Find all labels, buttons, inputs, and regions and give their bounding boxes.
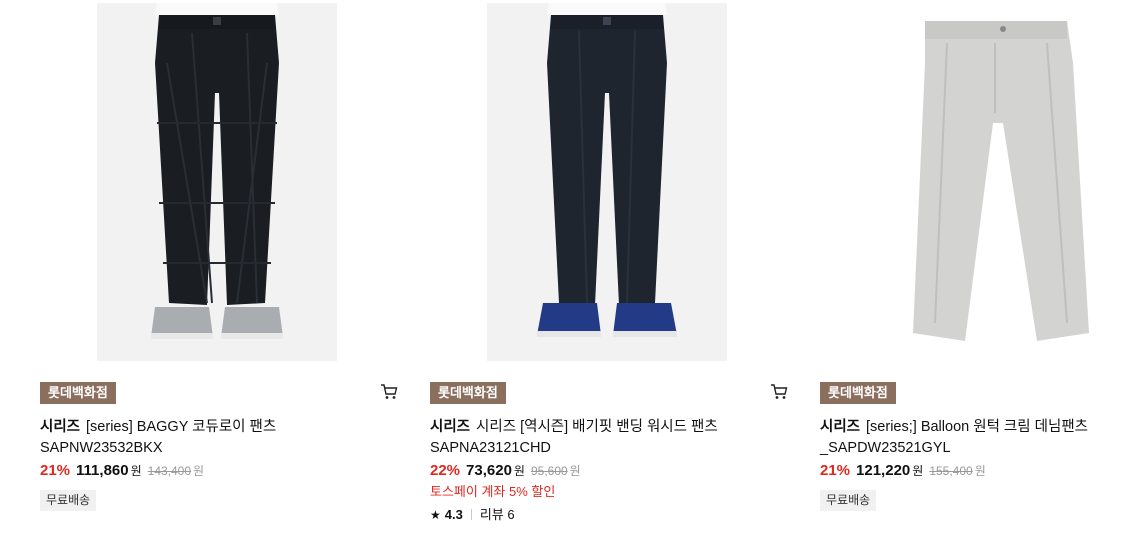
original-price: 95,600 <box>530 464 568 478</box>
free-shipping-tag: 무료배송 <box>40 490 97 511</box>
brand-name: 시리즈 <box>40 419 81 435</box>
product-title[interactable]: 시리즈 시리즈 [역시즌] 배기핏 밴딩 워시드 팬츠 SAPNA23121CHD <box>430 417 730 459</box>
product-card[interactable]: 롯데백화점 시리즈 [series;] Balloon 원턱 크림 데님팬츠 _S… <box>820 0 1146 533</box>
rating-row: ★ 4.3 리뷰 6 <box>430 504 515 523</box>
discount-rate: 21% <box>40 462 71 479</box>
product-card[interactable]: 롯데백화점 시리즈 [series] BAGGY 코듀로이 팬츠 SAPNW235… <box>40 0 410 533</box>
store-badge: 롯데백화점 <box>40 382 116 404</box>
sale-price: 73,620 <box>466 462 512 479</box>
product-title[interactable]: 시리즈 [series] BAGGY 코듀로이 팬츠 SAPNW23532BKX <box>40 417 340 459</box>
brand-name: 시리즈 <box>430 419 471 435</box>
original-price: 143,400 <box>147 464 192 478</box>
product-image[interactable] <box>487 3 727 361</box>
original-price: 155,400 <box>929 464 973 478</box>
original-unit: 원 <box>193 464 205 478</box>
product-card[interactable]: 롯데백화점 시리즈 시리즈 [역시즌] 배기핏 밴딩 워시드 팬츠 SAPNA23… <box>430 0 800 533</box>
free-shipping-tag: 무료배송 <box>820 490 877 511</box>
product-title[interactable]: 시리즈 [series;] Balloon 원턱 크림 데님팬츠 _SAPDW23… <box>820 417 1120 459</box>
sale-price: 121,220 <box>856 462 911 479</box>
sale-unit: 원 <box>513 464 525 478</box>
store-badge: 롯데백화점 <box>430 382 506 404</box>
original-unit: 원 <box>569 464 581 478</box>
original-unit: 원 <box>974 464 986 478</box>
review-count[interactable]: 리뷰 6 <box>480 507 515 522</box>
star-icon: ★ <box>430 508 441 522</box>
store-badge: 롯데백화점 <box>820 382 896 404</box>
product-image[interactable] <box>97 3 337 361</box>
price-row: 22% 73,620 원 95,600 원 <box>430 462 581 479</box>
product-name: 시리즈 [역시즌] 배기핏 밴딩 워시드 팬츠 SAPNA23121CHD <box>430 419 718 456</box>
sale-unit: 원 <box>912 464 924 478</box>
discount-rate: 22% <box>430 462 461 479</box>
price-row: 21% 111,860 원 143,400 원 <box>40 462 204 479</box>
discount-rate: 21% <box>820 462 851 479</box>
brand-name: 시리즈 <box>820 419 861 435</box>
rating-score: 4.3 <box>444 507 463 522</box>
cart-icon[interactable] <box>380 383 398 401</box>
sale-price: 111,860 <box>76 462 129 479</box>
sale-unit: 원 <box>130 464 142 478</box>
product-image[interactable] <box>877 3 1117 361</box>
product-name: [series;] Balloon 원턱 크림 데님팬츠 _SAPDW23521… <box>820 419 1088 456</box>
divider <box>470 509 472 520</box>
promo-text: 토스페이 계좌 5% 할인 <box>430 484 556 499</box>
price-row: 21% 121,220 원 155,400 원 <box>820 462 986 479</box>
cart-icon[interactable] <box>770 383 788 401</box>
